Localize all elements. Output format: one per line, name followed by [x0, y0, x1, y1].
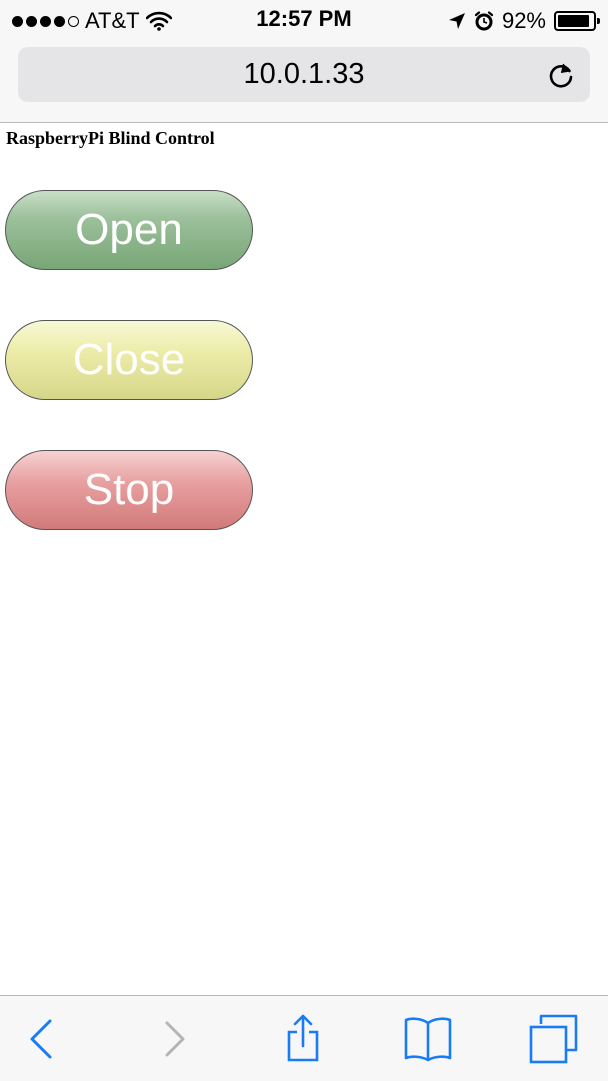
stop-button[interactable]: Stop	[5, 450, 253, 530]
share-icon[interactable]	[278, 1014, 328, 1064]
bookmarks-icon[interactable]	[403, 1014, 453, 1064]
alarm-clock-icon	[474, 11, 494, 31]
url-text[interactable]: 10.0.1.33	[18, 47, 590, 102]
status-bar: AT&T 12:57 PM 92%	[0, 0, 608, 40]
location-arrow-icon	[448, 13, 465, 29]
forward-icon	[165, 1021, 185, 1057]
url-field[interactable]: 10.0.1.33	[18, 47, 590, 102]
reload-icon[interactable]	[546, 60, 576, 90]
battery-level	[558, 15, 590, 27]
address-bar-area: 10.0.1.33	[0, 40, 608, 123]
safari-toolbar	[0, 995, 608, 1081]
battery-icon	[554, 11, 600, 31]
battery-percent: 92%	[501, 8, 546, 33]
open-button[interactable]: Open	[5, 190, 253, 270]
close-button[interactable]: Close	[5, 320, 253, 400]
back-icon[interactable]	[17, 1014, 67, 1064]
status-right: 92%	[448, 8, 600, 34]
tabs-icon[interactable]	[528, 1014, 578, 1064]
page-title: RaspberryPi Blind Control	[6, 128, 215, 148]
